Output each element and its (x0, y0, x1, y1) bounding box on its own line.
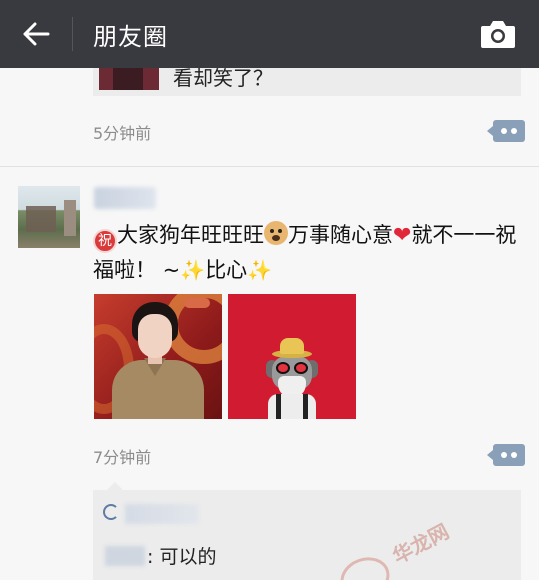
avatar-scenery (26, 206, 56, 232)
avatar-scenery (64, 200, 76, 236)
app-header: 朋友圈 (0, 0, 539, 68)
back-button[interactable] (0, 0, 72, 68)
like-names-blurred[interactable] (125, 504, 199, 524)
comment-dot-icon (501, 128, 507, 134)
sparkle-emoji-icon: ✨ (180, 258, 206, 282)
like-heart-icon (103, 504, 119, 520)
avatar[interactable] (18, 186, 80, 248)
post-photo-2[interactable] (228, 294, 356, 419)
post-text-part: 万事随心意 (288, 223, 393, 247)
comment-item[interactable]: : 可以的 (105, 542, 216, 569)
camera-button[interactable] (479, 18, 517, 50)
prev-post-share-card[interactable]: 看却笑了？ (93, 68, 521, 96)
dog-glasses (294, 362, 308, 374)
prev-post-text: 看却笑了？ (173, 68, 273, 90)
dog-hat (280, 338, 304, 354)
post-photo-1[interactable] (94, 294, 222, 419)
heart-emoji-icon: ❤ (393, 223, 412, 248)
post-comment-button[interactable] (487, 444, 525, 466)
prev-post-comment-button[interactable] (487, 120, 525, 142)
camera-icon (481, 21, 515, 48)
post-text: 祝大家狗年旺旺旺 万事随心意❤就不一一祝福啦！ ~✨比心✨ (93, 218, 525, 287)
dog-suspender (303, 394, 308, 419)
sparkle-emoji-icon: ✨ (247, 258, 273, 282)
comment-dot-icon (511, 128, 517, 134)
comment-button-pointer (487, 450, 493, 460)
username-blurred[interactable] (94, 187, 156, 209)
comment-dot-icon (501, 452, 507, 458)
header-divider (72, 17, 73, 51)
post-divider (0, 166, 539, 167)
arrow-left-icon (23, 22, 50, 46)
post-timestamp: 7分钟前 (93, 448, 152, 467)
post-text-part: 大家狗年旺旺旺 (117, 223, 264, 247)
post-text-part: 比心 (205, 258, 248, 282)
photo-decor (184, 298, 210, 308)
commenter-name-blurred[interactable] (105, 545, 145, 566)
blessing-emoji-icon: 祝 (93, 229, 117, 253)
comments-box: : 可以的 (93, 482, 521, 580)
comment-text: : 可以的 (147, 546, 217, 568)
dog-glasses (276, 362, 290, 374)
dog-suspender (276, 394, 281, 419)
comment-dot-icon (511, 452, 517, 458)
prev-post-thumbnail (99, 68, 159, 90)
prev-post-timestamp: 5分钟前 (93, 124, 152, 143)
dog-emoji-icon (264, 221, 288, 245)
page-title: 朋友圈 (93, 22, 168, 51)
comment-button-pointer (487, 126, 493, 136)
moments-feed[interactable]: 看却笑了？ 5分钟前 祝大家狗年旺旺旺万事随心意❤就不一一祝福啦！ ~✨比心✨ (0, 68, 539, 580)
person-face (138, 314, 172, 358)
